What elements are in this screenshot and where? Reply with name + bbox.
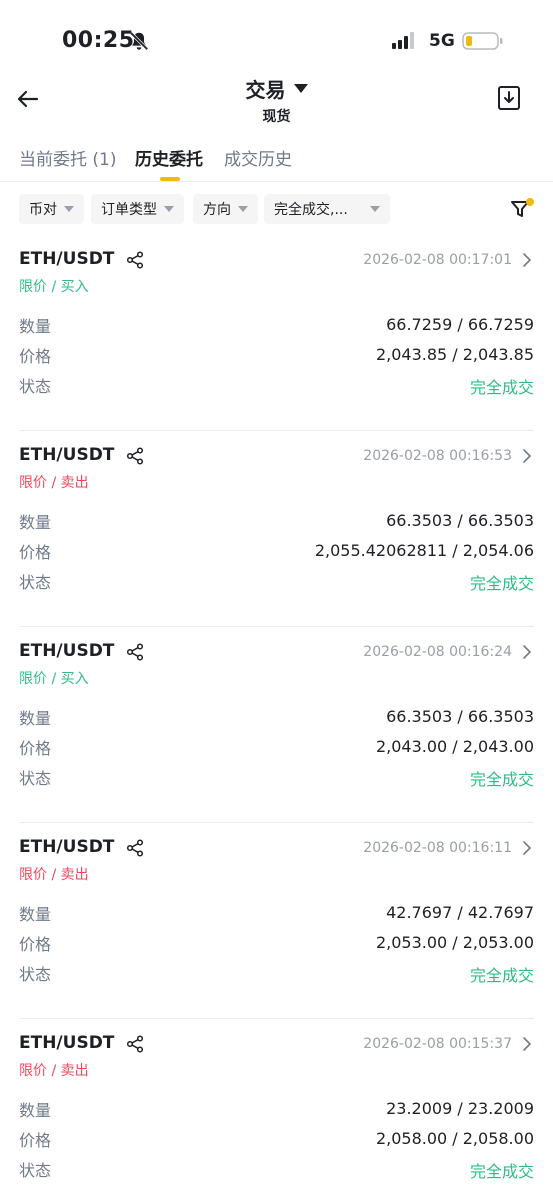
status-label: 状态 <box>19 769 52 788</box>
status-time: 00:25 <box>62 28 135 53</box>
price-value: 2,043.85 / 2,043.85 <box>375 345 534 364</box>
share-icon[interactable] <box>126 1035 144 1053</box>
status-label: 状态 <box>19 377 52 396</box>
order-list: ETH/USDT 2026-02-08 00:17:01 限价 / 买入 数量 … <box>0 235 553 1200</box>
quantity-value: 66.7259 / 66.7259 <box>386 315 534 334</box>
caret-down-icon <box>164 206 174 212</box>
price-label: 价格 <box>19 1131 52 1150</box>
status-bar: 00:25 5G <box>0 0 553 80</box>
share-icon[interactable] <box>126 839 144 857</box>
order-type: 限价 / 买入 <box>19 279 89 295</box>
chevron-right-icon <box>523 645 532 659</box>
order-pair: ETH/USDT <box>19 249 115 269</box>
order-time: 2026-02-08 00:16:24 <box>363 644 512 660</box>
tab-open-orders[interactable]: 当前委托 (1) <box>19 145 116 170</box>
order-type: 限价 / 卖出 <box>19 1063 89 1079</box>
tab-order-history[interactable]: 历史委托 <box>135 145 203 170</box>
quantity-value: 66.3503 / 66.3503 <box>386 707 534 726</box>
order-card[interactable]: ETH/USDT 2026-02-08 00:16:53 限价 / 卖出 数量 … <box>0 431 553 627</box>
chevron-right-icon <box>523 449 532 463</box>
quantity-value: 66.3503 / 66.3503 <box>386 511 534 530</box>
order-time: 2026-02-08 00:16:11 <box>363 840 512 856</box>
filter-order-type-label: 订单类型 <box>101 202 157 218</box>
quantity-label: 数量 <box>19 709 52 728</box>
market-selector[interactable]: 交易 <box>0 74 553 103</box>
filter-order-type[interactable]: 订单类型 <box>91 194 184 224</box>
battery-icon <box>462 32 503 50</box>
filter-status[interactable]: 完全成交,... <box>264 194 390 224</box>
price-value: 2,058.00 / 2,058.00 <box>375 1129 534 1148</box>
price-label: 价格 <box>19 935 52 954</box>
filter-icon[interactable] <box>510 197 536 221</box>
network-type: 5G <box>429 31 455 51</box>
order-pair: ETH/USDT <box>19 445 115 465</box>
status-value: 完全成交 <box>469 378 534 397</box>
tab-trade-history[interactable]: 成交历史 <box>224 145 292 170</box>
chevron-right-icon <box>523 253 532 267</box>
status-label: 状态 <box>19 573 52 592</box>
price-label: 价格 <box>19 543 52 562</box>
page-title: 交易 <box>245 78 286 102</box>
order-time: 2026-02-08 00:16:53 <box>363 448 512 464</box>
share-icon[interactable] <box>126 643 144 661</box>
order-type: 限价 / 买入 <box>19 671 89 687</box>
price-label: 价格 <box>19 347 52 366</box>
quantity-label: 数量 <box>19 513 52 532</box>
price-value: 2,043.00 / 2,043.00 <box>375 737 534 756</box>
price-label: 价格 <box>19 739 52 758</box>
order-pair: ETH/USDT <box>19 641 115 661</box>
page-subtitle: 现货 <box>262 109 291 125</box>
order-card[interactable]: ETH/USDT 2026-02-08 00:15:37 限价 / 卖出 数量 … <box>0 1019 553 1200</box>
quantity-label: 数量 <box>19 317 52 336</box>
status-value: 完全成交 <box>469 1162 534 1181</box>
tabs-divider <box>0 181 553 182</box>
filter-status-label: 完全成交,... <box>274 202 348 218</box>
price-value: 2,055.42062811 / 2,054.06 <box>314 541 534 560</box>
order-type: 限价 / 卖出 <box>19 867 89 883</box>
signal-icon <box>392 32 414 49</box>
share-icon[interactable] <box>126 251 144 269</box>
quantity-value: 23.2009 / 23.2009 <box>386 1099 534 1118</box>
filter-pair[interactable]: 币对 <box>19 194 84 224</box>
status-value: 完全成交 <box>469 966 534 985</box>
order-time: 2026-02-08 00:15:37 <box>363 1036 512 1052</box>
order-card[interactable]: ETH/USDT 2026-02-08 00:17:01 限价 / 买入 数量 … <box>0 235 553 431</box>
filter-side[interactable]: 方向 <box>193 194 258 224</box>
order-type: 限价 / 卖出 <box>19 475 89 491</box>
chevron-right-icon <box>523 1037 532 1051</box>
order-pair: ETH/USDT <box>19 837 115 857</box>
download-icon[interactable] <box>497 85 521 111</box>
caret-down-icon <box>370 206 380 212</box>
status-value: 完全成交 <box>469 574 534 593</box>
order-time: 2026-02-08 00:17:01 <box>363 252 512 268</box>
header: 交易 现货 <box>0 70 553 130</box>
status-label: 状态 <box>19 1161 52 1180</box>
chevron-right-icon <box>523 841 532 855</box>
order-pair: ETH/USDT <box>19 1033 115 1053</box>
share-icon[interactable] <box>126 447 144 465</box>
order-card[interactable]: ETH/USDT 2026-02-08 00:16:24 限价 / 买入 数量 … <box>0 627 553 823</box>
status-label: 状态 <box>19 965 52 984</box>
caret-down-icon <box>64 206 74 212</box>
status-value: 完全成交 <box>469 770 534 789</box>
price-value: 2,053.00 / 2,053.00 <box>375 933 534 952</box>
quantity-label: 数量 <box>19 1101 52 1120</box>
filter-side-label: 方向 <box>203 202 231 218</box>
caret-down-icon <box>238 206 248 212</box>
filter-pair-label: 币对 <box>29 202 57 218</box>
quantity-label: 数量 <box>19 905 52 924</box>
bell-mute-icon <box>129 31 149 51</box>
quantity-value: 42.7697 / 42.7697 <box>386 903 534 922</box>
caret-down-icon <box>293 84 308 93</box>
order-card[interactable]: ETH/USDT 2026-02-08 00:16:11 限价 / 卖出 数量 … <box>0 823 553 1019</box>
